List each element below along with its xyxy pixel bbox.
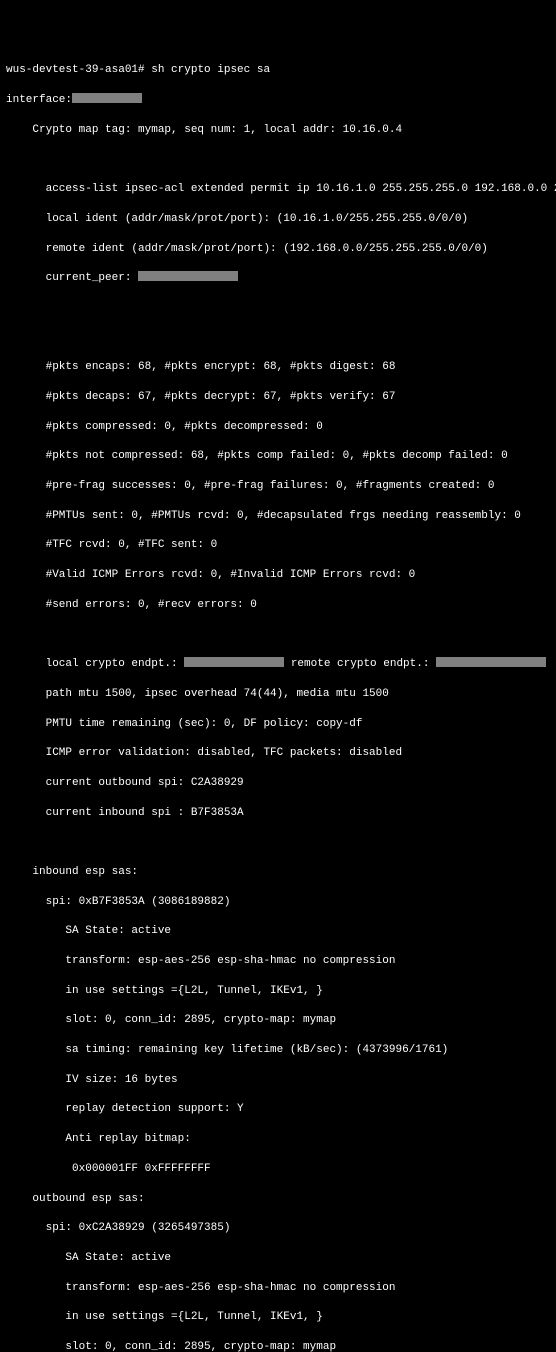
out-transform: transform: esp-aes-256 esp-sha-hmac no c… — [6, 1281, 550, 1296]
in-iv: IV size: 16 bytes — [6, 1073, 550, 1088]
remote-ident-line: remote ident (addr/mask/prot/port): (192… — [6, 242, 550, 257]
in-transform: transform: esp-aes-256 esp-sha-hmac no c… — [6, 954, 550, 969]
redacted-local-endpt — [184, 657, 284, 667]
redacted-remote-endpt — [436, 657, 546, 667]
path-mtu-line: path mtu 1500, ipsec overhead 74(44), me… — [6, 687, 550, 702]
out-spi-line: current outbound spi: C2A38929 — [6, 776, 550, 791]
in-spi: spi: 0xB7F3853A (3086189882) — [6, 895, 550, 910]
pmtu-time-line: PMTU time remaining (sec): 0, DF policy:… — [6, 717, 550, 732]
pkts-encaps-line: #pkts encaps: 68, #pkts encrypt: 68, #pk… — [6, 360, 550, 375]
pkts-decaps-line: #pkts decaps: 67, #pkts decrypt: 67, #pk… — [6, 390, 550, 405]
out-slot: slot: 0, conn_id: 2895, crypto-map: myma… — [6, 1340, 550, 1352]
icmp-valid-line: ICMP error validation: disabled, TFC pac… — [6, 746, 550, 761]
interface-line: interface: — [6, 93, 550, 108]
out-spi: spi: 0xC2A38929 (3265497385) — [6, 1221, 550, 1236]
acl-line: access-list ipsec-acl extended permit ip… — [6, 182, 550, 197]
blank-line — [6, 152, 550, 167]
host: wus-devtest-39-asa01# — [6, 64, 145, 76]
crypto-endpt-line: local crypto endpt.: remote crypto endpt… — [6, 657, 550, 672]
pre-frag-line: #pre-frag successes: 0, #pre-frag failur… — [6, 479, 550, 494]
in-arb-value: 0x000001FF 0xFFFFFFFF — [6, 1162, 550, 1177]
blank-line — [6, 331, 550, 346]
local-ident-line: local ident (addr/mask/prot/port): (10.1… — [6, 212, 550, 227]
redacted-peer — [138, 271, 238, 281]
tfc-line: #TFC rcvd: 0, #TFC sent: 0 — [6, 538, 550, 553]
pkts-compressed-line: #pkts compressed: 0, #pkts decompressed:… — [6, 420, 550, 435]
in-slot: slot: 0, conn_id: 2895, crypto-map: myma… — [6, 1013, 550, 1028]
inbound-header: inbound esp sas: — [6, 865, 550, 880]
command: sh crypto ipsec sa — [151, 64, 270, 76]
icmp-err-line: #Valid ICMP Errors rcvd: 0, #Invalid ICM… — [6, 568, 550, 583]
in-spi-line: current inbound spi : B7F3853A — [6, 806, 550, 821]
pmtus-line: #PMTUs sent: 0, #PMTUs rcvd: 0, #decapsu… — [6, 509, 550, 524]
prompt-line[interactable]: wus-devtest-39-asa01# sh crypto ipsec sa — [6, 63, 550, 78]
outbound-header: outbound esp sas: — [6, 1192, 550, 1207]
local-endpt-label: local crypto endpt.: — [6, 658, 184, 670]
current-peer-line: current_peer: — [6, 271, 550, 286]
out-state: SA State: active — [6, 1251, 550, 1266]
in-replay: replay detection support: Y — [6, 1102, 550, 1117]
send-err-line: #send errors: 0, #recv errors: 0 — [6, 598, 550, 613]
blank-line — [6, 627, 550, 642]
pkts-not-compressed-line: #pkts not compressed: 68, #pkts comp fai… — [6, 449, 550, 464]
out-settings: in use settings ={L2L, Tunnel, IKEv1, } — [6, 1310, 550, 1325]
blank-line — [6, 835, 550, 850]
interface-label: interface: — [6, 94, 72, 106]
current-peer-label: current_peer: — [6, 272, 138, 284]
remote-endpt-label: remote crypto endpt.: — [284, 658, 436, 670]
blank-line — [6, 301, 550, 316]
crypto-map-line: Crypto map tag: mymap, seq num: 1, local… — [6, 123, 550, 138]
in-settings: in use settings ={L2L, Tunnel, IKEv1, } — [6, 984, 550, 999]
redacted-interface — [72, 93, 142, 103]
in-state: SA State: active — [6, 924, 550, 939]
in-timing: sa timing: remaining key lifetime (kB/se… — [6, 1043, 550, 1058]
in-arb-label: Anti replay bitmap: — [6, 1132, 550, 1147]
